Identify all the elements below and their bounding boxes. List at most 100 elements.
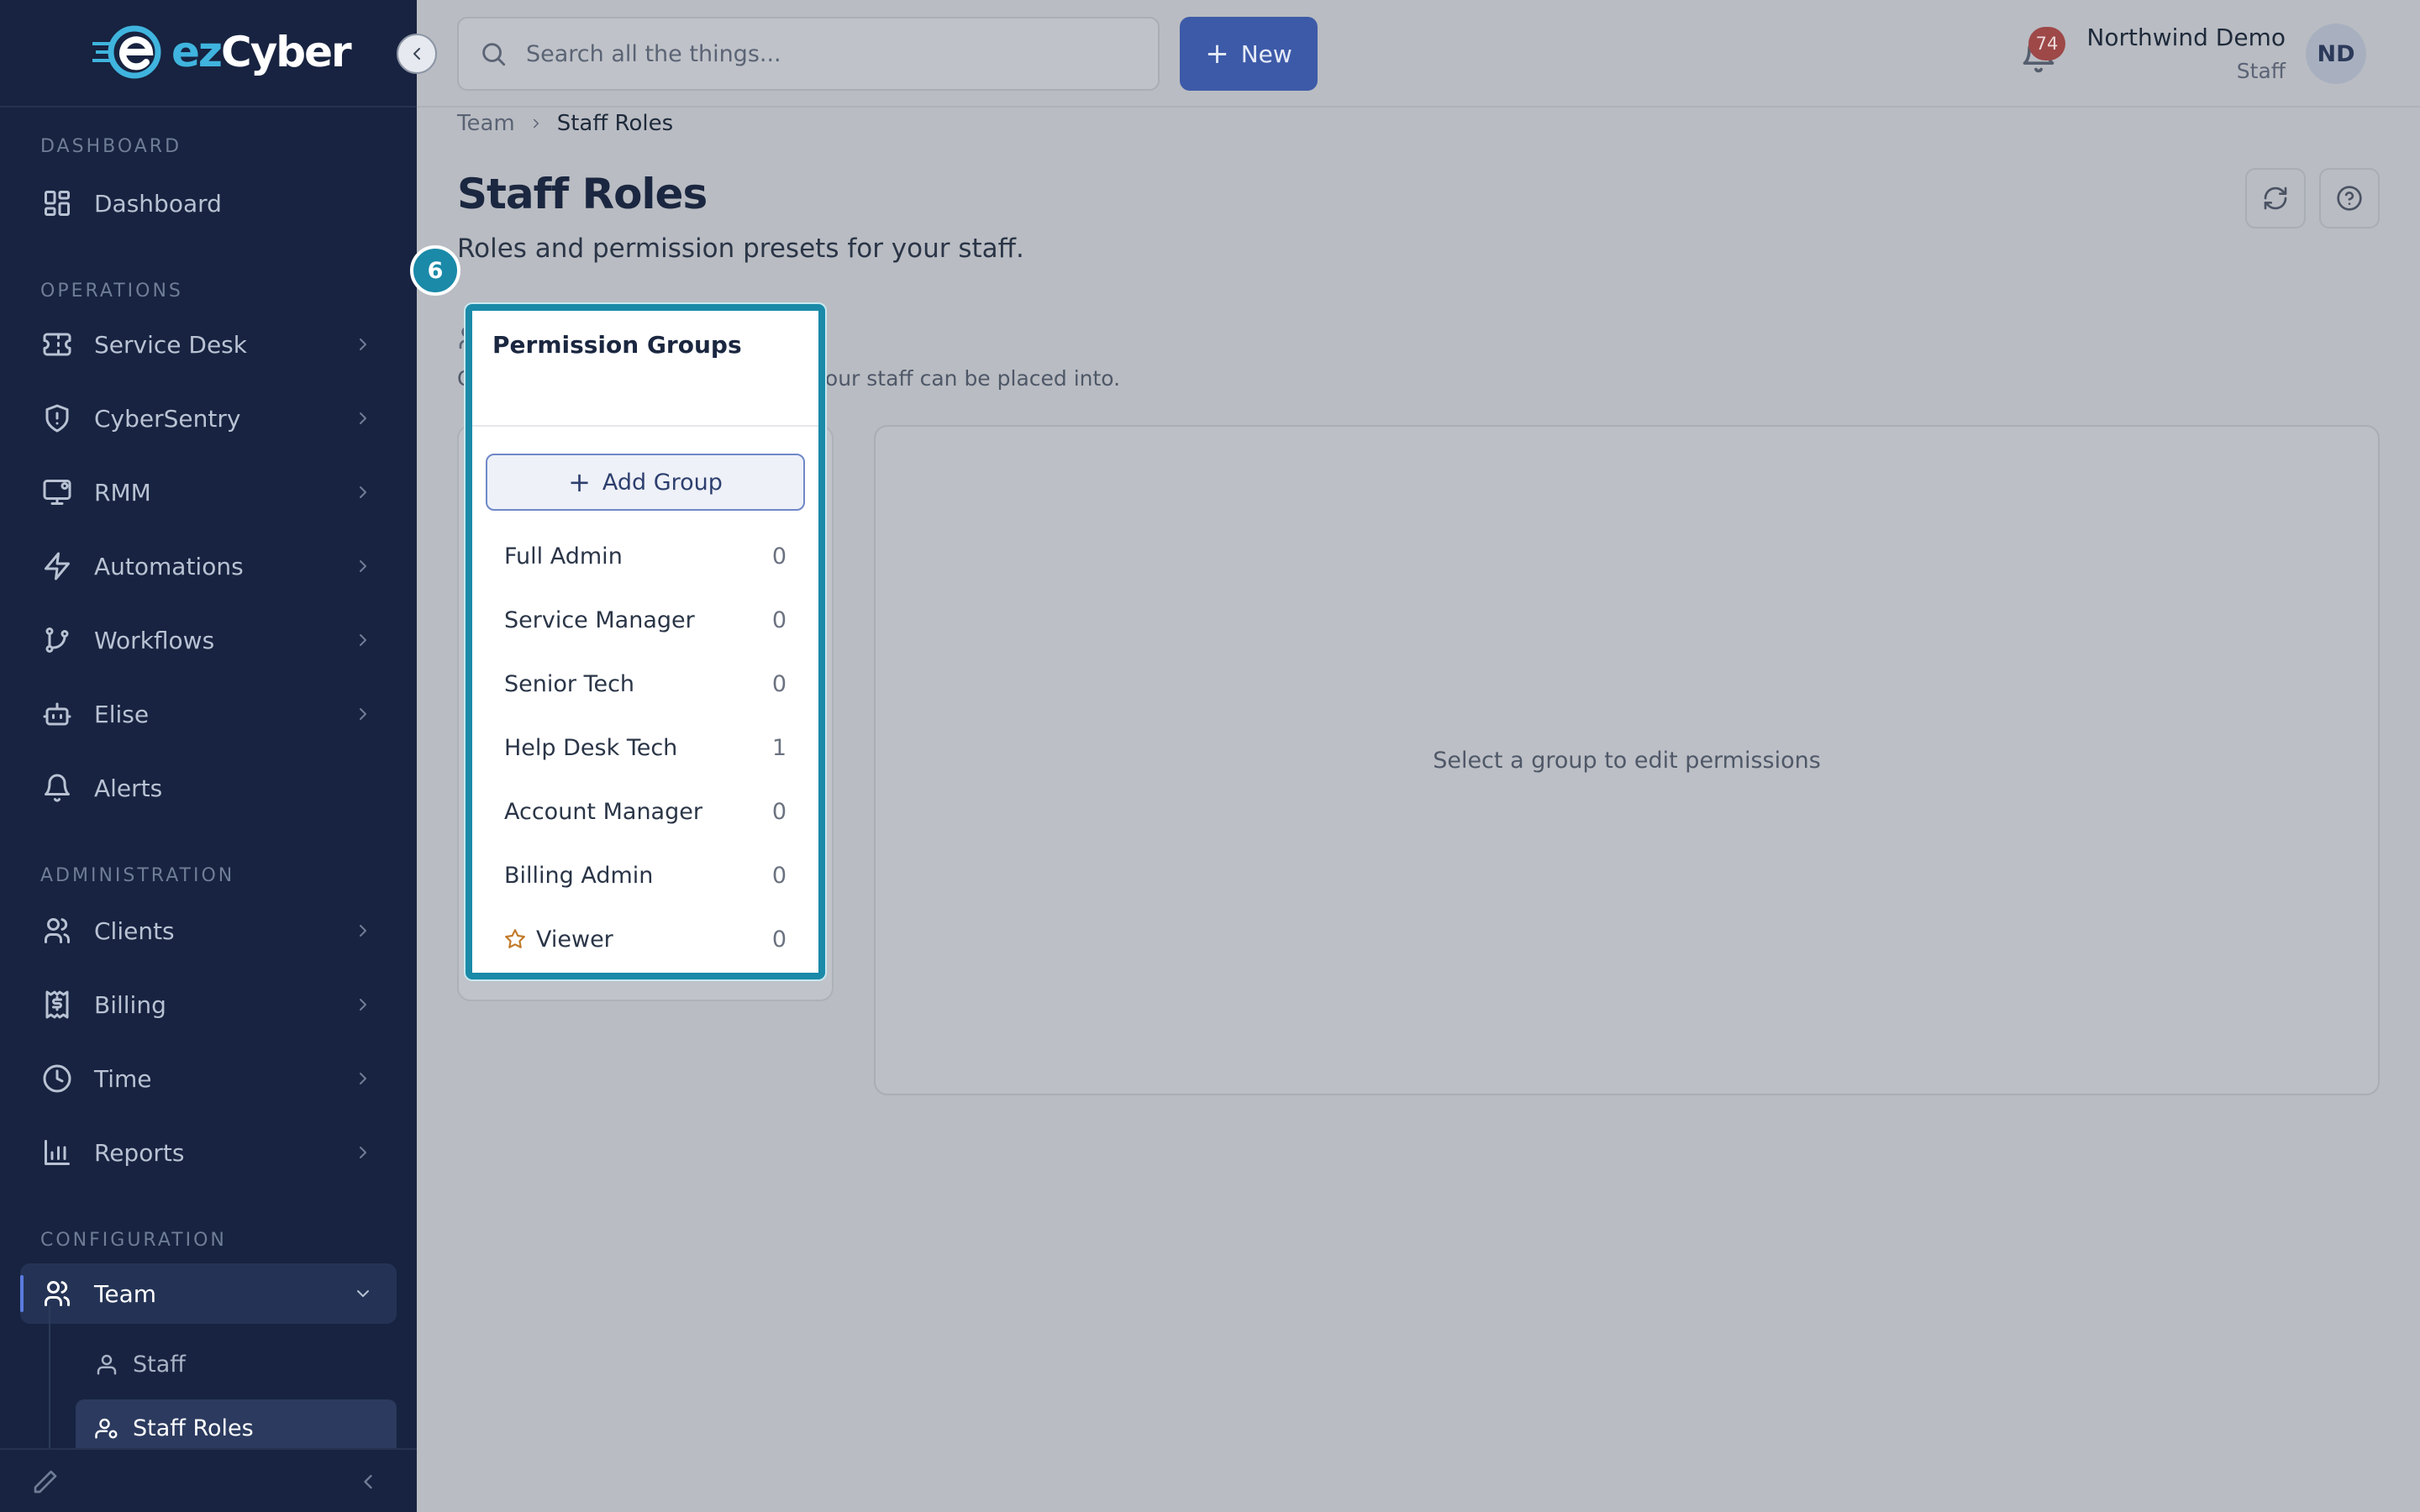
- chevron-right-icon: [360, 1147, 366, 1158]
- monitor-icon: [40, 475, 74, 509]
- subnav-tree-line: [49, 1305, 50, 1452]
- help-button[interactable]: [2319, 168, 2380, 228]
- user-name[interactable]: Northwind Demo: [2086, 24, 2286, 51]
- logo[interactable]: ezCyber: [91, 22, 352, 82]
- notification-count-badge: 74: [2028, 27, 2065, 60]
- sidebar-item-label: Reports: [94, 1138, 185, 1167]
- users-icon: [40, 914, 74, 948]
- sidebar-item-label: Time: [94, 1064, 152, 1093]
- chevron-right-icon: [360, 708, 366, 720]
- chevron-right-icon: [360, 1073, 366, 1084]
- group-member-count: 0: [771, 543, 786, 570]
- user-icon: [97, 1354, 117, 1375]
- group-name: Account Manager: [504, 798, 702, 825]
- sidebar-item-automations[interactable]: Automations: [20, 536, 397, 596]
- section-label-operations: OPERATIONS: [40, 281, 183, 302]
- refresh-icon: [2264, 186, 2287, 210]
- refresh-button[interactable]: [2245, 168, 2306, 228]
- sidebar-subitem-label: Staff Roles: [133, 1415, 254, 1441]
- sidebar-item-label: Clients: [94, 916, 175, 945]
- sidebar-subitem-label: Staff: [133, 1351, 186, 1378]
- new-button-label: New: [1240, 39, 1292, 68]
- permissions-detail-panel: Select a group to edit permissions: [874, 425, 2380, 1095]
- receipt-icon: [40, 988, 74, 1021]
- group-name: Senior Tech: [504, 670, 635, 697]
- group-row[interactable]: Help Desk Tech 1: [472, 716, 818, 780]
- sidebar-collapse-button[interactable]: [397, 34, 437, 74]
- logo-row: ezCyber: [0, 0, 417, 108]
- bar-chart-icon: [40, 1136, 74, 1169]
- group-row[interactable]: Senior Tech 0: [472, 652, 818, 716]
- page-title: Staff Roles: [457, 170, 708, 218]
- group-row[interactable]: Viewer 0: [472, 907, 818, 971]
- plus-icon: +: [1205, 37, 1229, 71]
- search-box[interactable]: [457, 17, 1160, 91]
- sidebar-subitem-staff[interactable]: Staff: [76, 1336, 397, 1393]
- user-cog-icon: [95, 1418, 118, 1439]
- sidebar-item-label: Service Desk: [94, 330, 247, 359]
- users-icon: [40, 1277, 74, 1310]
- search-input[interactable]: [526, 40, 1148, 67]
- shield-icon: [40, 402, 74, 435]
- group-row[interactable]: Account Manager 0: [472, 780, 818, 843]
- sidebar-item-elise[interactable]: Elise: [20, 684, 397, 744]
- group-member-count: 0: [771, 670, 786, 697]
- sidebar-item-alerts[interactable]: Alerts: [20, 758, 397, 818]
- logo-text: ezCyber: [171, 28, 352, 76]
- chevron-right-icon: [360, 560, 366, 572]
- breadcrumb-current: Staff Roles: [556, 111, 674, 136]
- tour-highlight-permission-groups: Permission Groups + Add Group Full Admin…: [466, 304, 825, 979]
- section-label-dashboard: DASHBOARD: [40, 136, 182, 157]
- sidebar-footer: [0, 1448, 417, 1512]
- chevron-right-icon: [360, 925, 366, 937]
- topbar: + New 74 Northwind Demo Staff ND: [417, 0, 2420, 108]
- group-row[interactable]: Service Manager 0: [472, 588, 818, 652]
- sidebar-item-label: Automations: [94, 552, 244, 580]
- robot-icon: [40, 697, 74, 731]
- sidebar-item-clients[interactable]: Clients: [20, 900, 397, 961]
- chevron-left-icon[interactable]: [356, 1470, 380, 1494]
- sidebar-item-dashboard[interactable]: Dashboard: [20, 173, 397, 234]
- group-name: Viewer: [536, 926, 613, 953]
- chevron-right-icon: [533, 118, 539, 129]
- breadcrumb-parent[interactable]: Team: [457, 111, 515, 136]
- sidebar-item-label: Alerts: [94, 774, 163, 802]
- group-member-count: 0: [771, 798, 786, 825]
- add-group-label: Add Group: [602, 469, 723, 496]
- group-row[interactable]: Full Admin 0: [472, 524, 818, 588]
- chevron-right-icon: [360, 999, 366, 1011]
- chevron-left-icon: [413, 48, 420, 60]
- group-row[interactable]: Billing Admin 0: [472, 843, 818, 907]
- chevron-right-icon: [360, 339, 366, 350]
- sidebar-item-rmm[interactable]: RMM: [20, 462, 397, 522]
- ticket-icon: [40, 328, 74, 361]
- sidebar: ezCyber DASHBOARD Dashboard OPERATIONS S…: [0, 0, 417, 1512]
- sidebar-item-billing[interactable]: Billing: [20, 974, 397, 1035]
- add-group-button[interactable]: + Add Group: [486, 454, 805, 511]
- bolt-icon: [40, 549, 74, 583]
- group-name: Help Desk Tech: [504, 734, 678, 761]
- logo-text-suffix: Cyber: [221, 28, 352, 76]
- avatar[interactable]: ND: [2306, 24, 2366, 84]
- sidebar-item-label: Elise: [94, 700, 150, 728]
- sidebar-item-time[interactable]: Time: [20, 1048, 397, 1109]
- group-name-wrap: Viewer: [504, 927, 613, 953]
- logo-mark-icon: [92, 25, 161, 79]
- chevron-right-icon: [360, 486, 366, 498]
- grid-icon: [40, 186, 74, 220]
- sidebar-item-service-desk[interactable]: Service Desk: [20, 314, 397, 375]
- group-member-count: 0: [771, 926, 786, 953]
- sidebar-item-label: Billing: [94, 990, 166, 1019]
- permission-groups-title: Permission Groups: [492, 331, 742, 359]
- sidebar-item-reports[interactable]: Reports: [20, 1122, 397, 1183]
- group-name: Full Admin: [504, 543, 623, 570]
- group-member-count: 1: [771, 734, 786, 761]
- new-button[interactable]: + New: [1180, 17, 1318, 91]
- plus-icon: +: [568, 466, 591, 498]
- sidebar-item-workflows[interactable]: Workflows: [20, 610, 397, 670]
- sidebar-item-cybersentry[interactable]: CyberSentry: [20, 388, 397, 449]
- empty-state-text: Select a group to edit permissions: [1433, 747, 1821, 774]
- sidebar-item-team[interactable]: Team: [20, 1263, 397, 1324]
- group-member-count: 0: [771, 862, 786, 889]
- pencil-icon[interactable]: [32, 1468, 59, 1495]
